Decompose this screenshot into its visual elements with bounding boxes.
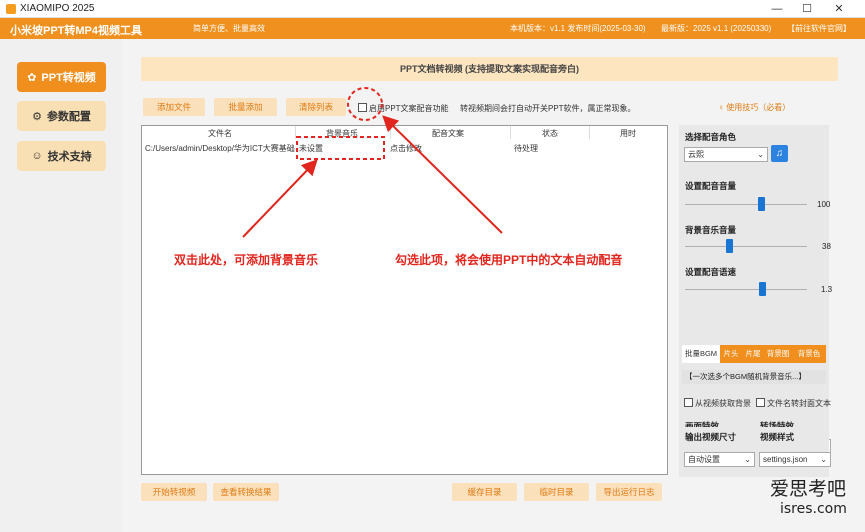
annotation-right: 勾选此项，将会使用PPT中的文本自动配音 [395, 253, 623, 267]
watermark-url: isres.com [780, 501, 847, 517]
arrow-right [382, 115, 503, 234]
arrow-left [242, 159, 318, 238]
highlight-box [296, 136, 385, 160]
annotation-left: 双击此处，可添加背景音乐 [174, 253, 319, 267]
highlight-circle [347, 87, 383, 121]
watermark-logo: 爱思考吧 [770, 478, 847, 500]
